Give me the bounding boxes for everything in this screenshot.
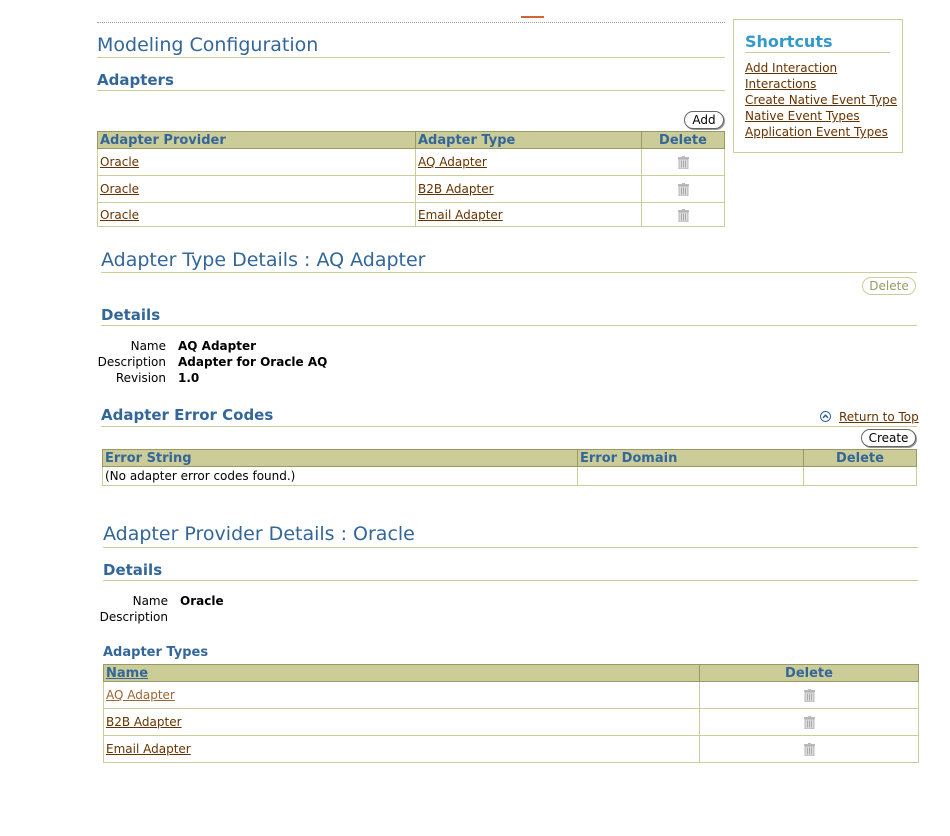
add-adapter-button[interactable]: Add [684,111,724,129]
adapter-type-details-rule [101,272,917,273]
table-row: Oracle Email Adapter [97,202,725,227]
shortcuts-panel: Shortcuts Add Interaction Interactions C… [733,19,903,153]
adapter-error-codes-rule [101,426,917,427]
table-header-row: Adapter Provider Adapter Type Delete [97,131,725,149]
shortcut-native-event-types[interactable]: Native Event Types [745,109,860,123]
adapter-provider-details-title: Adapter Provider Details : Oracle [103,523,415,545]
table-row: Oracle AQ Adapter [97,148,725,176]
adapter-type-name-link[interactable]: AQ Adapter [106,688,175,702]
trash-icon[interactable] [677,156,689,170]
up-arrow-icon[interactable] [820,411,831,422]
table-header-row: Name Delete [103,664,919,682]
column-header-delete: Delete [699,664,919,682]
shortcut-add-interaction[interactable]: Add Interaction [745,61,837,75]
page-title-rule [97,57,725,58]
adapter-type-link[interactable]: Email Adapter [418,208,503,222]
column-header-delete: Delete [641,131,725,149]
table-row: B2B Adapter [103,708,919,736]
table-row: Email Adapter [103,735,919,763]
field-value-revision: 1.0 [178,371,200,385]
provider-field-label-name: Name [132,594,168,608]
table-row: Oracle B2B Adapter [97,175,725,203]
adapter-provider-link[interactable]: Oracle [100,208,139,222]
shortcut-interactions[interactable]: Interactions [745,77,816,91]
adapters-table: Adapter Provider Adapter Type Delete Ora… [97,131,725,227]
shortcuts-title-rule [745,52,890,53]
sort-by-name-link[interactable]: Name [106,666,148,681]
empty-table-message: (No adapter error codes found.) [102,466,578,486]
adapter-type-details-title: Adapter Type Details : AQ Adapter [101,249,426,271]
field-label-name: Name [130,339,166,353]
provider-field-label-description: Description [99,610,168,624]
table-row: (No adapter error codes found.) [102,466,917,486]
empty-cell [803,466,917,486]
column-header-error-string: Error String [102,449,578,467]
page-title: Modeling Configuration [97,34,319,56]
trash-icon[interactable] [803,689,815,703]
trash-icon[interactable] [677,208,689,222]
empty-cell [577,466,804,486]
field-label-description: Description [97,355,166,369]
adapter-type-details-heading-rule [101,325,917,326]
adapter-provider-details-heading-rule [103,580,918,581]
field-value-description: Adapter for Oracle AQ [178,355,328,369]
adapters-heading-rule [97,90,725,91]
adapter-type-name-link[interactable]: Email Adapter [106,742,191,756]
column-header-adapter-provider: Adapter Provider [97,131,416,149]
adapter-type-link[interactable]: B2B Adapter [418,182,494,196]
adapter-provider-details-rule [103,547,918,548]
adapter-type-link[interactable]: AQ Adapter [418,155,487,169]
adapter-types-heading: Adapter Types [103,645,209,660]
trash-icon[interactable] [803,716,815,730]
trash-icon[interactable] [803,743,815,757]
shortcut-application-event-types[interactable]: Application Event Types [745,125,888,139]
top-accent-mark [521,16,544,18]
table-header-row: Error String Error Domain Delete [102,449,917,467]
column-header-name[interactable]: Name [103,664,700,682]
top-dotted-divider [97,22,725,23]
error-codes-table: Error String Error Domain Delete (No ada… [102,449,917,486]
adapter-provider-link[interactable]: Oracle [100,155,139,169]
column-header-delete: Delete [803,449,917,467]
delete-adapter-type-button[interactable]: Delete [862,277,916,295]
adapter-error-codes-heading: Adapter Error Codes [101,406,274,424]
create-error-code-button[interactable]: Create [861,429,916,447]
adapter-types-table: Name Delete AQ Adapter B2B Adapter Email… [103,664,919,763]
provider-field-value-name: Oracle [180,594,224,608]
table-row: AQ Adapter [103,681,919,709]
shortcuts-title: Shortcuts [745,32,833,51]
field-label-revision: Revision [115,371,166,385]
adapter-provider-link[interactable]: Oracle [100,182,139,196]
return-to-top-link[interactable]: Return to Top [839,410,919,424]
shortcut-create-native-event-type[interactable]: Create Native Event Type [745,93,897,107]
trash-icon[interactable] [677,183,689,197]
adapters-heading: Adapters [97,71,174,89]
field-value-name: AQ Adapter [178,339,257,353]
adapter-type-name-link[interactable]: B2B Adapter [106,715,182,729]
adapter-type-details-heading: Details [101,306,161,324]
column-header-error-domain: Error Domain [577,449,804,467]
adapter-provider-details-heading: Details [103,561,163,579]
column-header-adapter-type: Adapter Type [415,131,642,149]
